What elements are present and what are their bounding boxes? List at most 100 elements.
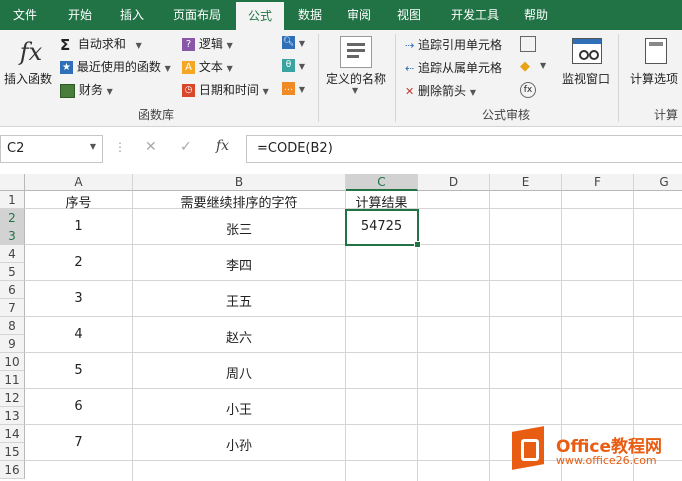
chevron-down-icon: ▼ bbox=[298, 39, 305, 48]
row-header-7[interactable]: 7 bbox=[0, 299, 25, 317]
cell-a14[interactable]: 7 bbox=[25, 435, 132, 450]
defined-names-button[interactable]: 定义的名称 bbox=[326, 70, 386, 87]
cell-b4[interactable]: 李四 bbox=[133, 255, 345, 274]
watch-window-icon[interactable] bbox=[572, 38, 602, 64]
error-checking-icon[interactable]: ◆ bbox=[520, 59, 530, 74]
cell-b10[interactable]: 周八 bbox=[133, 363, 345, 382]
column-header-d[interactable]: D bbox=[418, 174, 490, 191]
logical-button[interactable]: ? 逻辑 ▼ bbox=[182, 35, 233, 52]
insert-function-button[interactable]: fx bbox=[18, 38, 44, 68]
select-all-corner[interactable] bbox=[0, 174, 25, 191]
cell-b6[interactable]: 王五 bbox=[133, 291, 345, 310]
formulas-ribbon: fx 插入函数 Σ 自动求和 ▼ ★ 最近使用的函数 ▼ 财务 ▼ ? 逻辑 ▼… bbox=[0, 30, 682, 127]
group-separator bbox=[395, 34, 396, 122]
text-button[interactable]: A 文本 ▼ bbox=[182, 58, 233, 75]
remove-arrows-button[interactable]: ✕ 删除箭头 ▼ bbox=[405, 82, 476, 99]
cell-a8[interactable]: 4 bbox=[25, 327, 132, 342]
tab-data[interactable]: 数据 bbox=[288, 0, 332, 30]
calc-options-button[interactable]: 计算选项 bbox=[630, 70, 678, 87]
group-separator bbox=[318, 34, 319, 122]
trace-precedents-button[interactable]: ⇢ 追踪引用单元格 bbox=[405, 36, 502, 53]
enter-check-icon[interactable]: ✓ bbox=[180, 139, 192, 155]
cell-b8[interactable]: 赵六 bbox=[133, 327, 345, 346]
cell-a10[interactable]: 5 bbox=[25, 363, 132, 378]
row-header-13[interactable]: 13 bbox=[0, 407, 25, 425]
row-header-14[interactable]: 14 bbox=[0, 425, 25, 443]
tab-home[interactable]: 开始 bbox=[55, 0, 105, 30]
math-trig-button[interactable]: θ ▼ bbox=[282, 58, 305, 72]
tab-review[interactable]: 审阅 bbox=[336, 0, 382, 30]
tab-help[interactable]: 帮助 bbox=[514, 0, 558, 30]
insert-function-icon[interactable]: fx bbox=[216, 138, 229, 154]
calculator-icon[interactable] bbox=[645, 38, 667, 64]
trace-dependents-button[interactable]: ⇠ 追踪从属单元格 bbox=[405, 59, 502, 76]
more-functions-button[interactable]: … ▼ bbox=[282, 81, 305, 95]
insert-function-label[interactable]: 插入函数 bbox=[4, 70, 52, 87]
formula-input[interactable]: =CODE(B2) bbox=[246, 135, 682, 163]
column-header-c[interactable]: C bbox=[346, 174, 418, 191]
cell-a1[interactable]: 序号 bbox=[25, 192, 132, 211]
column-header-b[interactable]: B bbox=[133, 174, 346, 191]
theta-book-icon: θ bbox=[282, 59, 295, 72]
chevron-down-icon[interactable]: ▼ bbox=[90, 142, 96, 151]
cell-b12[interactable]: 小王 bbox=[133, 399, 345, 418]
group-separator bbox=[618, 34, 619, 122]
datetime-button[interactable]: ◷ 日期和时间 ▼ bbox=[182, 81, 269, 98]
name-manager-icon[interactable] bbox=[340, 36, 372, 68]
chevron-down-icon: ▼ bbox=[135, 41, 142, 50]
row-header-15[interactable]: 15 bbox=[0, 443, 25, 461]
cell-b1[interactable]: 需要继续排序的字符 bbox=[133, 192, 345, 211]
row-header-8[interactable]: 8 bbox=[0, 317, 25, 335]
row-header-12[interactable]: 12 bbox=[0, 389, 25, 407]
row-header-5[interactable]: 5 bbox=[0, 263, 25, 281]
financial-button[interactable]: 财务 ▼ bbox=[60, 81, 113, 98]
name-box[interactable]: C2 ▼ bbox=[0, 135, 103, 163]
cell-b14[interactable]: 小孙 bbox=[133, 435, 345, 454]
column-header-e[interactable]: E bbox=[490, 174, 562, 191]
cell-a4[interactable]: 2 bbox=[25, 255, 132, 270]
column-header-g[interactable]: G bbox=[634, 174, 682, 191]
chevron-down-icon: ▼ bbox=[352, 86, 359, 95]
formula-bar-grip-icon: ⋮ bbox=[114, 140, 126, 154]
row-header-3[interactable]: 3 bbox=[0, 227, 25, 245]
fill-handle[interactable] bbox=[414, 241, 421, 248]
cell-b2[interactable]: 张三 bbox=[133, 219, 345, 238]
tab-developer[interactable]: 开发工具 bbox=[440, 0, 510, 30]
tab-page-layout[interactable]: 页面布局 bbox=[160, 0, 234, 30]
row-header-16[interactable]: 16 bbox=[0, 461, 25, 479]
active-cell-selection[interactable] bbox=[345, 209, 419, 246]
show-formulas-icon[interactable] bbox=[520, 36, 536, 52]
watermark-url: www.office26.com bbox=[556, 454, 657, 467]
group-label-function-library: 函数库 bbox=[138, 108, 175, 122]
row-header-1[interactable]: 1 bbox=[0, 191, 25, 209]
more-book-icon: … bbox=[282, 82, 295, 95]
trace-arrow-icon: ⇢ bbox=[405, 39, 415, 52]
row-header-6[interactable]: 6 bbox=[0, 281, 25, 299]
lookup-reference-button[interactable]: 🔍︎ ▼ bbox=[282, 35, 305, 49]
cell-a6[interactable]: 3 bbox=[25, 291, 132, 306]
cell-a2[interactable]: 1 bbox=[25, 219, 132, 234]
chevron-down-icon: ▼ bbox=[298, 62, 305, 71]
row-header-9[interactable]: 9 bbox=[0, 335, 25, 353]
trace-dependents-label: 追踪从属单元格 bbox=[418, 61, 503, 75]
chevron-down-icon: ▼ bbox=[540, 61, 547, 70]
autosum-button[interactable]: Σ 自动求和 ▼ bbox=[60, 35, 142, 54]
cell-a12[interactable]: 6 bbox=[25, 399, 132, 414]
tab-formulas[interactable]: 公式 bbox=[236, 2, 284, 30]
watch-window-button[interactable]: 监视窗口 bbox=[562, 70, 610, 87]
tab-view[interactable]: 视图 bbox=[386, 0, 432, 30]
row-header-11[interactable]: 11 bbox=[0, 371, 25, 389]
column-header-a[interactable]: A bbox=[25, 174, 133, 191]
row-header-4[interactable]: 4 bbox=[0, 245, 25, 263]
cancel-icon[interactable]: ✕ bbox=[145, 139, 157, 155]
row-header-10[interactable]: 10 bbox=[0, 353, 25, 371]
chevron-down-icon: ▼ bbox=[164, 64, 171, 73]
gridline bbox=[25, 352, 682, 353]
star-icon: ★ bbox=[60, 61, 73, 74]
row-header-2[interactable]: 2 bbox=[0, 209, 25, 227]
column-header-f[interactable]: F bbox=[562, 174, 634, 191]
recent-functions-button[interactable]: ★ 最近使用的函数 ▼ bbox=[60, 58, 171, 75]
tab-insert[interactable]: 插入 bbox=[108, 0, 156, 30]
evaluate-formula-icon[interactable]: fx bbox=[520, 82, 536, 98]
tab-file[interactable]: 文件 bbox=[0, 0, 50, 30]
